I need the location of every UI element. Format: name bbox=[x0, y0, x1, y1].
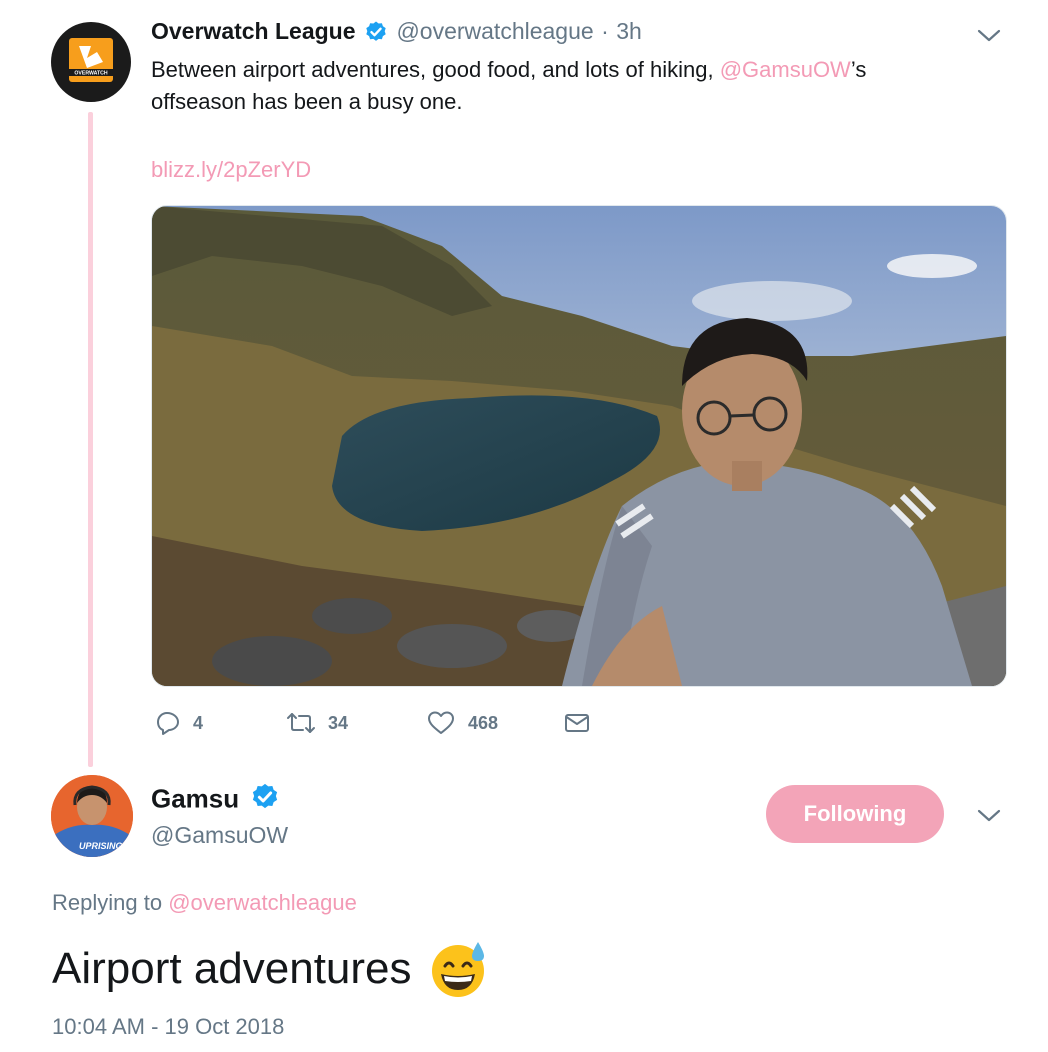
hiking-crater-lake-photo bbox=[152, 206, 1006, 686]
retweet-icon bbox=[287, 713, 315, 733]
retweet-count: 34 bbox=[328, 712, 349, 733]
tweet-time[interactable]: 3h bbox=[616, 18, 642, 44]
caret-down-icon bbox=[977, 29, 1001, 42]
tweet-caret-button[interactable] bbox=[976, 26, 1002, 51]
tweet-body: Between airport adventures, good food, a… bbox=[151, 54, 951, 118]
tweet-link[interactable]: blizz.ly/2pZerYD bbox=[151, 154, 311, 186]
reply-text: Airport adventures bbox=[52, 944, 412, 993]
reply-count: 4 bbox=[193, 712, 204, 733]
reply-author-name[interactable]: Gamsu bbox=[151, 783, 239, 813]
dm-icon bbox=[565, 714, 589, 732]
replying-to-prefix: Replying to bbox=[52, 890, 163, 915]
verified-badge-icon bbox=[250, 782, 280, 819]
sweat-smile-emoji bbox=[431, 942, 484, 997]
tweet-text-start: Between airport adventures, good food, a… bbox=[151, 57, 720, 82]
gamsu-avatar-photo: UPRISING bbox=[51, 775, 133, 857]
direct-message-action[interactable] bbox=[564, 711, 590, 735]
tweet-header: Overwatch League @overwatchleague · 3h bbox=[151, 18, 642, 49]
reply-body: Airport adventures bbox=[52, 938, 490, 1000]
reply-action[interactable]: 4 bbox=[155, 710, 203, 736]
mention-gamsuow[interactable]: @GamsuOW bbox=[720, 57, 851, 82]
replying-to-mention[interactable]: @overwatchleague bbox=[168, 890, 357, 915]
gamsu-avatar[interactable]: UPRISING bbox=[51, 775, 133, 857]
tweet-author-handle[interactable]: @overwatchleague bbox=[396, 18, 593, 44]
like-action[interactable]: 468 bbox=[426, 710, 498, 736]
overwatch-league-avatar[interactable]: OVERWATCH LEAGUE bbox=[51, 22, 131, 102]
logo-text-league: LEAGUE bbox=[80, 77, 102, 83]
reply-icon bbox=[157, 712, 179, 735]
replying-to-line: Replying to @overwatchleague bbox=[52, 890, 357, 916]
thread-connector-line bbox=[88, 112, 93, 767]
reply-author-name-row: Gamsu bbox=[151, 782, 280, 819]
caret-down-icon bbox=[977, 809, 1001, 822]
following-button[interactable]: Following bbox=[766, 785, 944, 843]
reply-timestamp[interactable]: 10:04 AM - 19 Oct 2018 bbox=[52, 1014, 284, 1040]
overwatch-league-logo: OVERWATCH LEAGUE bbox=[67, 38, 115, 83]
tweet-photo[interactable] bbox=[151, 205, 1007, 687]
retweet-action[interactable]: 34 bbox=[286, 710, 348, 736]
like-icon bbox=[428, 711, 454, 734]
reply-author-handle[interactable]: @GamsuOW bbox=[151, 822, 288, 849]
like-count: 468 bbox=[468, 712, 499, 733]
tweet-author-name[interactable]: Overwatch League bbox=[151, 18, 356, 44]
reply-caret-button[interactable] bbox=[976, 806, 1002, 831]
verified-badge-icon bbox=[364, 20, 388, 49]
avatar-jersey-text: UPRISING bbox=[79, 841, 123, 851]
header-separator: · bbox=[601, 18, 609, 44]
